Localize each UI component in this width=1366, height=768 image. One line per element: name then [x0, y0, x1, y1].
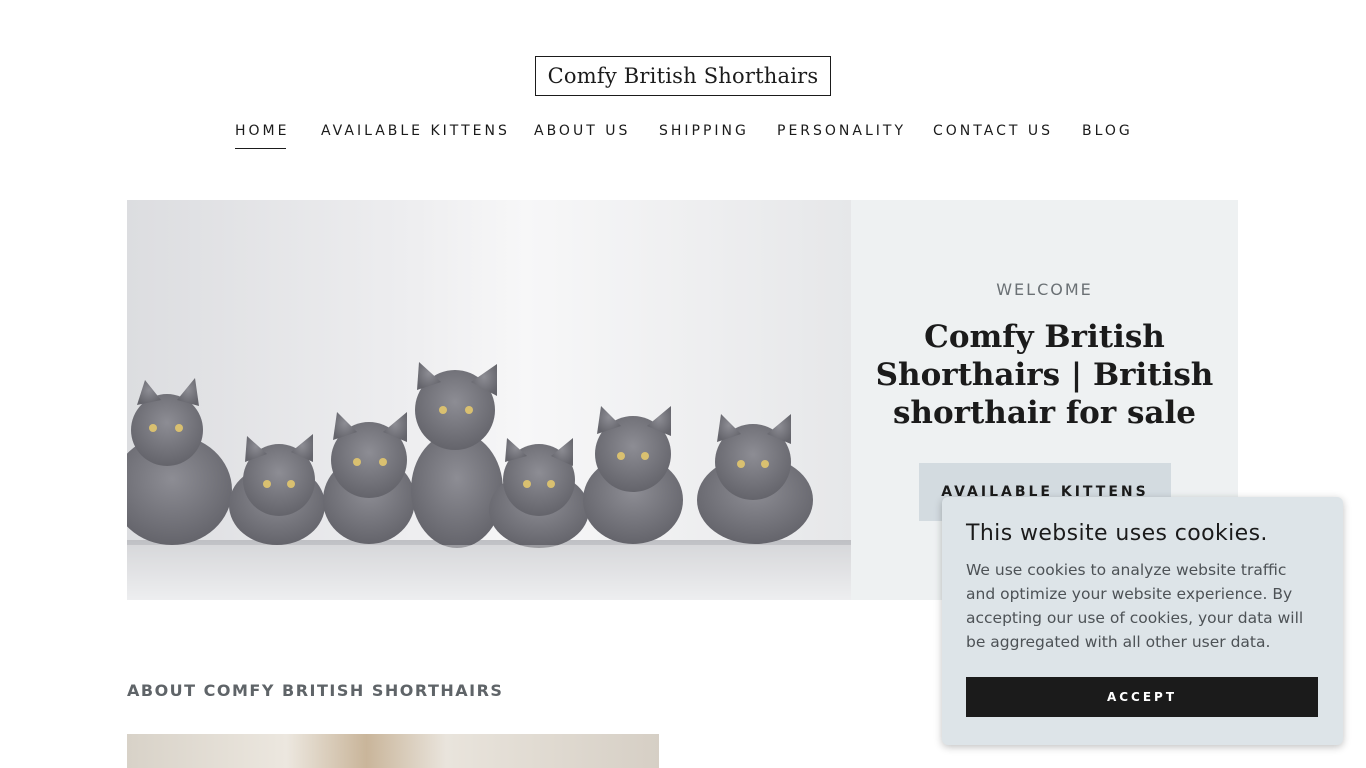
hero-title: Comfy British Shorthairs | British short… — [875, 319, 1214, 431]
about-image — [127, 734, 659, 768]
nav-item-available-kittens[interactable]: AVAILABLE KITTENS — [321, 121, 510, 141]
nav-item-shipping[interactable]: SHIPPING — [659, 121, 749, 141]
cookie-banner-body: We use cookies to analyze website traffi… — [966, 561, 1304, 651]
nav-item-blog[interactable]: BLOG — [1082, 121, 1133, 141]
about-section-heading: ABOUT COMFY BRITISH SHORTHAIRS — [127, 681, 504, 700]
accept-cookies-button[interactable]: ACCEPT — [966, 677, 1318, 717]
site-logo-text: Comfy British Shorthairs — [547, 64, 819, 88]
kittens-photo-icon — [127, 362, 851, 600]
main-nav: HOME AVAILABLE KITTENS ABOUT US SHIPPING… — [0, 121, 1366, 151]
hero-eyebrow: WELCOME — [996, 280, 1093, 299]
site-logo[interactable]: Comfy British Shorthairs — [535, 56, 831, 96]
nav-item-home[interactable]: HOME — [235, 121, 289, 149]
nav-item-contact-us[interactable]: CONTACT US — [933, 121, 1053, 141]
nav-item-personality[interactable]: PERSONALITY — [777, 121, 906, 141]
hero-kittens-image — [127, 200, 851, 600]
cookie-banner-title: This website uses cookies. — [966, 521, 1268, 546]
nav-item-about-us[interactable]: ABOUT US — [534, 121, 630, 141]
cookie-banner: This website uses cookies. We use cookie… — [942, 497, 1343, 745]
